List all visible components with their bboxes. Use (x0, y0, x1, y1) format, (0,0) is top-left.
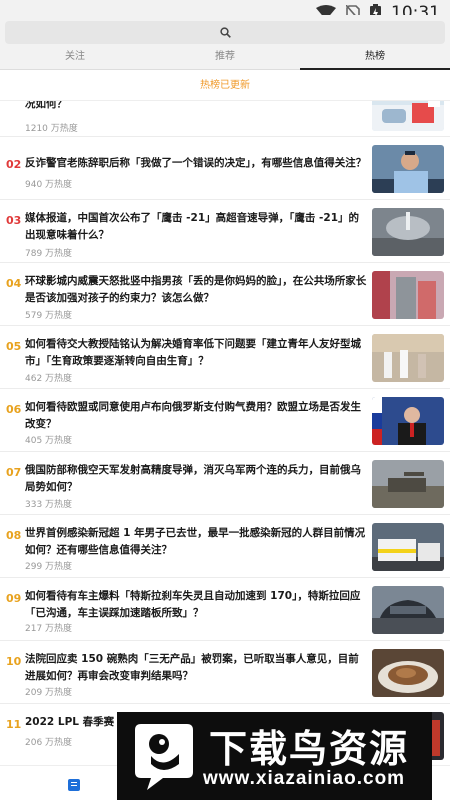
hot-list-item[interactable]: 10 法院回应卖 150 碗熟肉「三无产品」被罚案，已听取当事人意见，目前进展如… (0, 641, 450, 704)
feed-icon[interactable] (68, 779, 80, 791)
item-title: 法院回应卖 150 碗熟肉「三无产品」被罚案，已听取当事人意见，目前进展如何？再… (25, 653, 359, 682)
hot-list-item[interactable]: 08 世界首例感染新冠超 1 年男子已去世，最早一批感染新冠的人群目前情况如何？… (0, 515, 450, 578)
item-thumbnail (372, 586, 444, 634)
item-heat: 299 万热度 (25, 562, 73, 572)
hot-list-item[interactable]: 03 媒体报道，中国首次公布了「鹰击 -21」高超音速导弹，「鹰击 -21」的出… (0, 200, 450, 263)
watermark-name: 下载鸟资源 (209, 727, 410, 771)
hot-list-item[interactable]: 06 如何看待欧盟或同意使用卢布向俄罗斯支付购气费用？欧盟立场是否发生改变？ 4… (0, 389, 450, 452)
item-title: 况如何？ (25, 101, 67, 110)
item-thumbnail (372, 523, 444, 571)
item-thumbnail (372, 101, 444, 131)
item-heat: 462 万热度 (25, 374, 73, 384)
hot-list-item[interactable]: 02 反诈警官老陈辞职后称「我做了一个错误的决定」，有哪些信息值得关注？ 940… (0, 137, 450, 200)
tab-follow[interactable]: 关注 (0, 44, 150, 70)
item-title: 媒体报道，中国首次公布了「鹰击 -21」高超音速导弹，「鹰击 -21」的出现意味… (25, 212, 359, 241)
bird-logo-icon (135, 724, 193, 790)
item-heat: 1210 万热度 (25, 124, 78, 134)
item-title: 世界首例感染新冠超 1 年男子已去世，最早一批感染新冠的人群目前情况如何？还有哪… (25, 527, 366, 556)
item-rank: 08 (6, 529, 22, 542)
hot-list-updated-notice: 热榜已更新 (0, 71, 450, 101)
item-thumbnail (372, 334, 444, 382)
item-heat: 217 万热度 (25, 624, 73, 634)
item-heat: 789 万热度 (25, 249, 73, 259)
item-heat: 940 万热度 (25, 180, 73, 190)
item-heat: 579 万热度 (25, 311, 73, 321)
item-thumbnail (372, 271, 444, 319)
item-title: 如何看待欧盟或同意使用卢布向俄罗斯支付购气费用？欧盟立场是否发生改变？ (25, 401, 361, 430)
item-title: 如何看待有车主爆料「特斯拉刹车失灵且自动加速到 170」，特斯拉回应「已沟通，车… (25, 590, 361, 619)
watermark-url: www.xiazainiao.com (203, 768, 406, 789)
item-rank: 04 (6, 277, 22, 290)
item-rank: 09 (6, 592, 22, 605)
tab-bar: 关注 推荐 热榜 (0, 44, 450, 70)
item-heat: 206 万热度 (25, 738, 73, 748)
hot-list-item[interactable]: 07 俄国防部称俄空天军发射高精度导弹，消灭乌军两个连的兵力，目前俄乌局势如何？… (0, 452, 450, 515)
hot-list-item[interactable]: 09 如何看待有车主爆料「特斯拉刹车失灵且自动加速到 170」，特斯拉回应「已沟… (0, 578, 450, 641)
item-thumbnail (372, 397, 444, 445)
item-rank: 03 (6, 214, 22, 227)
item-title: 环球影城内威震天怒批竖中指男孩「丢的是你妈妈的脸」，在公共场所家长是否该加强对孩… (25, 275, 367, 304)
item-thumbnail (372, 145, 444, 193)
item-rank: 05 (6, 340, 22, 353)
item-heat: 405 万热度 (25, 436, 73, 446)
hot-list: 况如何？ 1210 万热度 02 反诈警官老陈辞职后称「我做了一个错误的决定」，… (0, 101, 450, 765)
item-rank: 06 (6, 403, 22, 416)
item-heat: 209 万热度 (25, 688, 73, 698)
hot-list-item[interactable]: 04 环球影城内威震天怒批竖中指男孩「丢的是你妈妈的脸」，在公共场所家长是否该加… (0, 263, 450, 326)
tab-recommend[interactable]: 推荐 (150, 44, 300, 70)
item-rank: 02 (6, 158, 22, 171)
item-rank: 10 (6, 655, 22, 668)
item-rank: 11 (6, 718, 22, 731)
item-title: 反诈警官老陈辞职后称「我做了一个错误的决定」，有哪些信息值得关注？ (25, 157, 367, 169)
search-bar[interactable] (5, 21, 445, 44)
item-thumbnail (372, 649, 444, 697)
item-title: 俄国防部称俄空天军发射高精度导弹，消灭乌军两个连的兵力，目前俄乌局势如何？ (25, 464, 361, 493)
tab-hot-list[interactable]: 热榜 (300, 44, 450, 70)
item-thumbnail (372, 208, 444, 256)
item-title: 如何看待交大教授陆铭认为解决婚育率低下问题要「建立青年人友好型城市」「生育政策要… (25, 338, 361, 367)
item-thumbnail (372, 460, 444, 508)
hot-list-item[interactable]: 况如何？ 1210 万热度 (0, 101, 450, 137)
search-icon (219, 27, 231, 38)
item-rank: 07 (6, 466, 22, 479)
watermark: 下载鸟资源 www.xiazainiao.com (117, 712, 432, 800)
item-heat: 333 万热度 (25, 500, 73, 510)
active-tab-indicator (300, 68, 450, 70)
hot-list-item[interactable]: 05 如何看待交大教授陆铭认为解决婚育率低下问题要「建立青年人友好型城市」「生育… (0, 326, 450, 389)
